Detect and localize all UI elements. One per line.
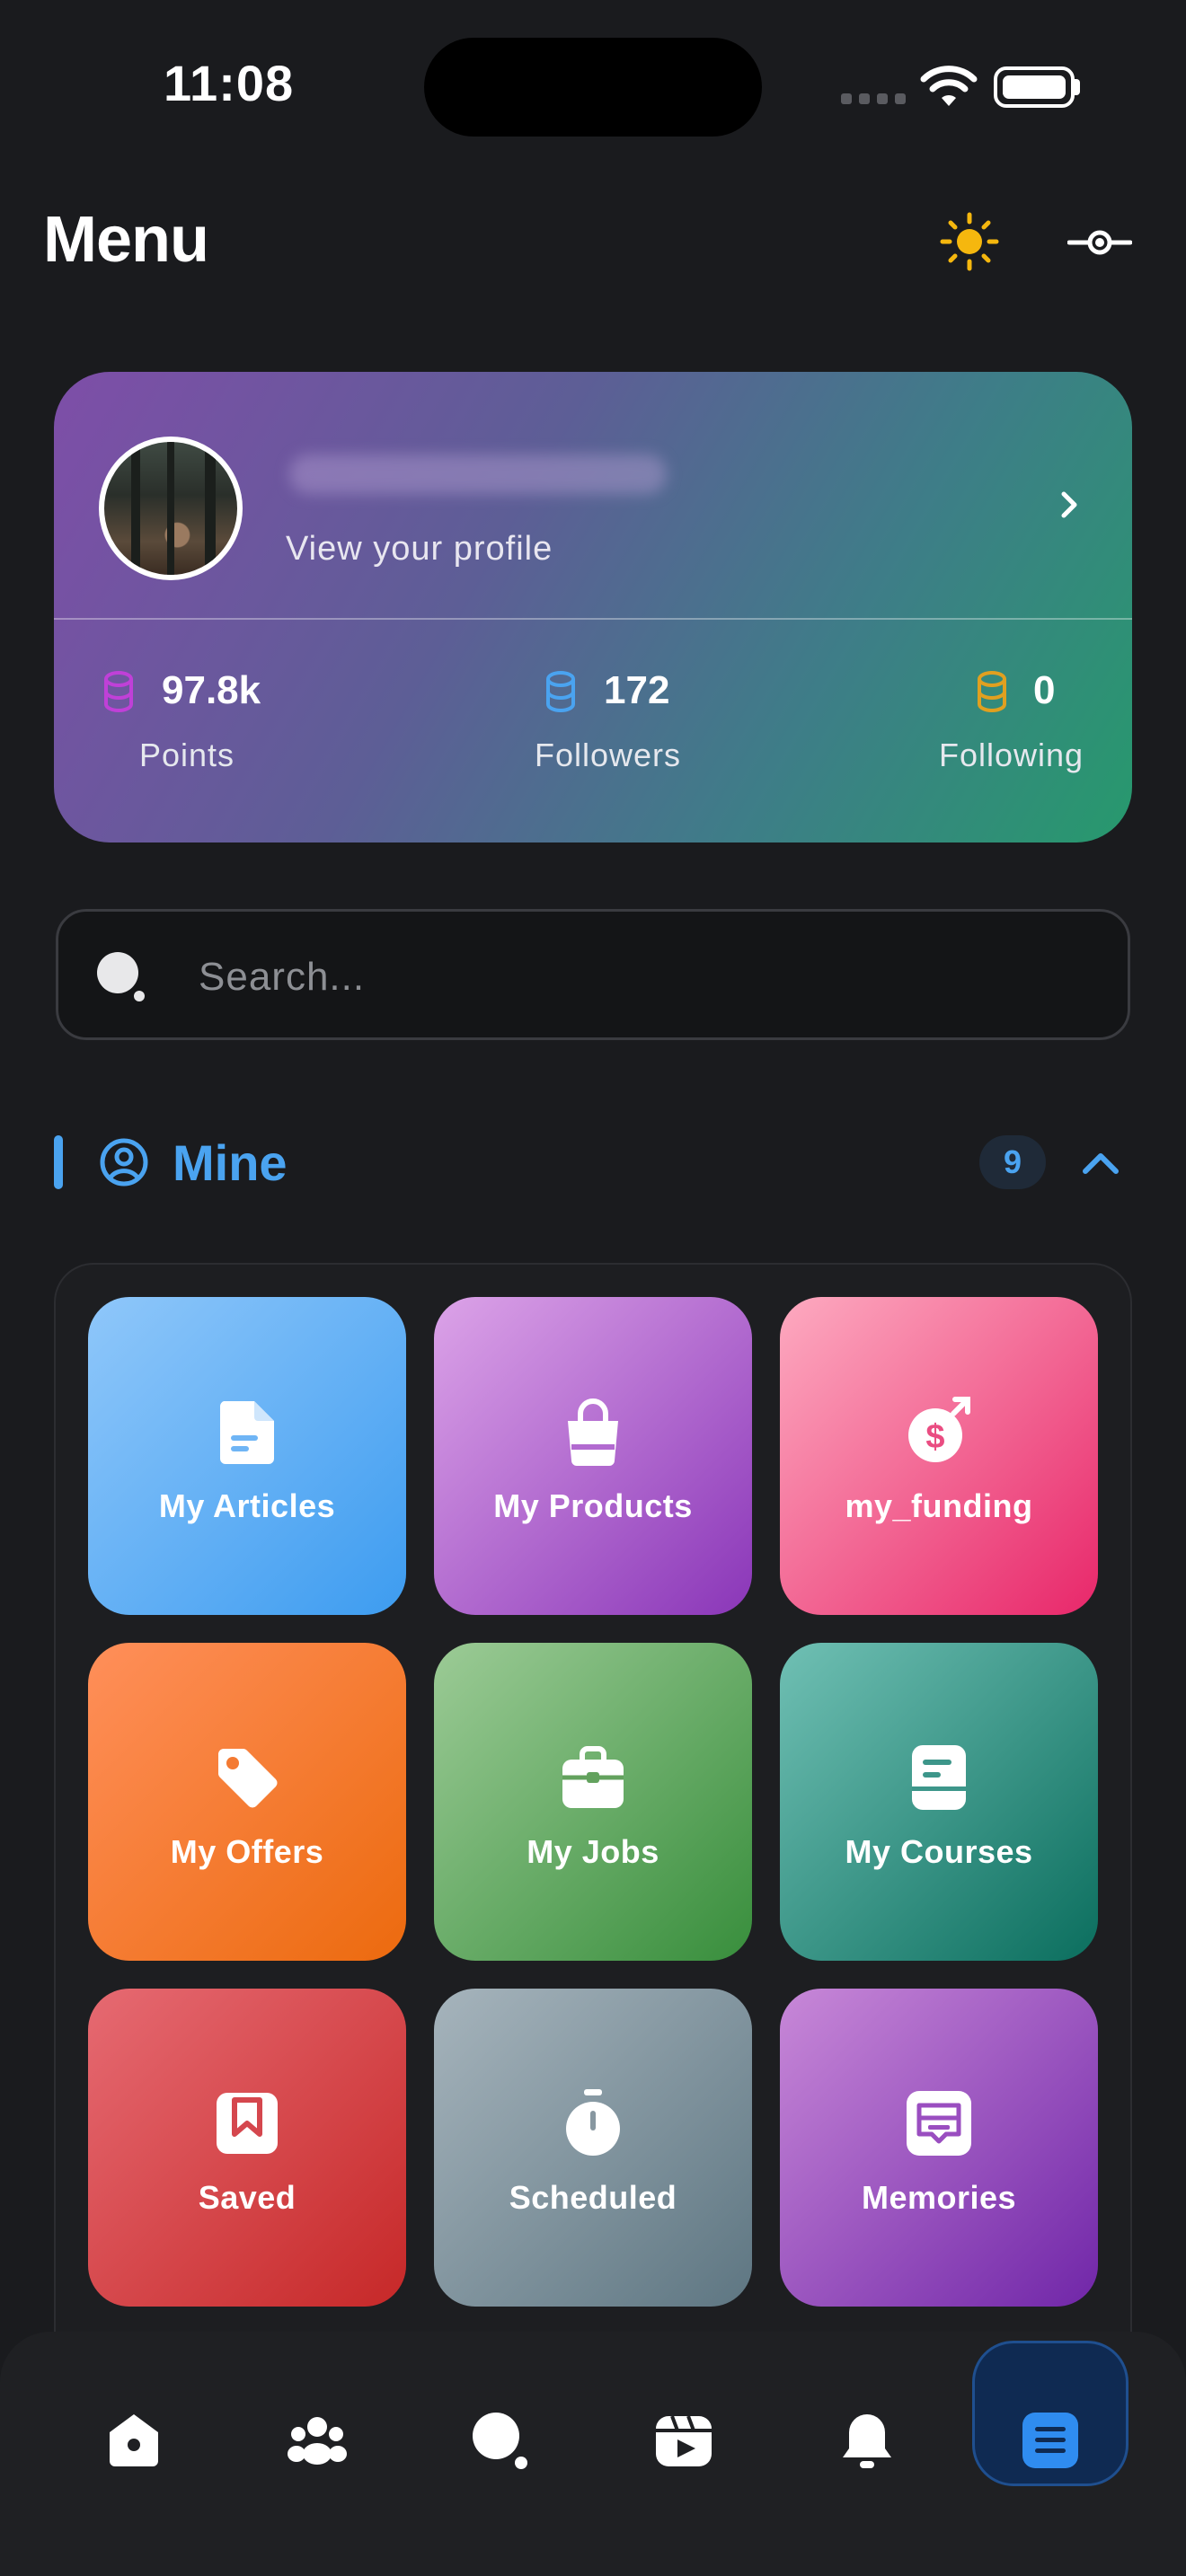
groups-icon[interactable]: [286, 2409, 349, 2472]
bottom-navigation: [0, 2332, 1186, 2576]
shopping-bag-icon: [568, 1398, 618, 1466]
commit-icon[interactable]: [1067, 221, 1132, 264]
course-icon: [912, 1745, 966, 1810]
tile-my-articles[interactable]: My Articles: [88, 1297, 406, 1615]
user-circle-icon: [100, 1138, 148, 1187]
tag-icon: [218, 1749, 278, 1808]
tile-my-products[interactable]: My Products: [434, 1297, 752, 1615]
coins-icon: [546, 671, 575, 712]
tile-label: Saved: [198, 2179, 296, 2216]
coins-icon: [978, 671, 1006, 712]
search-input[interactable]: Search...: [56, 909, 1130, 1040]
tile-memories[interactable]: Memories: [780, 1989, 1098, 2307]
tile-my-jobs[interactable]: My Jobs: [434, 1643, 752, 1961]
search-icon[interactable]: [469, 2409, 532, 2472]
tile-label: Memories: [861, 2179, 1017, 2216]
profile-name-blurred: [289, 454, 667, 494]
status-time: 11:08: [164, 55, 295, 111]
points-value: 97.8k: [162, 668, 261, 712]
tile-saved[interactable]: Saved: [88, 1989, 406, 2307]
svg-text:$: $: [925, 1418, 944, 1456]
profile-card[interactable]: View your profile 97.8k Points 172 Follo…: [54, 372, 1132, 842]
tile-label: Scheduled: [509, 2179, 677, 2216]
chevron-up-icon[interactable]: [1075, 1142, 1127, 1184]
tile-label: my_funding: [845, 1487, 1033, 1524]
sun-icon[interactable]: [940, 212, 999, 271]
tile-my-funding[interactable]: $ my_funding: [780, 1297, 1098, 1615]
tile-scheduled[interactable]: Scheduled: [434, 1989, 752, 2307]
search-icon: [97, 952, 145, 1001]
bookmark-icon: [217, 2093, 278, 2154]
section-accent-bar: [54, 1135, 63, 1189]
document-icon: [219, 1401, 274, 1464]
tile-my-courses[interactable]: My Courses: [780, 1643, 1098, 1961]
timer-icon: [566, 2089, 620, 2156]
card-divider: [54, 618, 1132, 620]
tile-label: My Jobs: [527, 1833, 659, 1870]
followers-value[interactable]: 172: [604, 668, 669, 713]
tile-label: My Offers: [170, 1833, 324, 1870]
menu-icon[interactable]: [1019, 2409, 1082, 2472]
dynamic-island: [424, 38, 762, 137]
chevron-right-icon[interactable]: [1051, 487, 1087, 523]
tile-label: My Articles: [158, 1487, 336, 1524]
following-label[interactable]: Following: [939, 737, 1084, 774]
view-profile-link[interactable]: View your profile: [286, 530, 553, 569]
battery-nub: [1075, 79, 1080, 95]
tile-label: My Courses: [845, 1833, 1033, 1870]
section-title[interactable]: Mine: [173, 1134, 288, 1192]
mine-grid: My Articles My Products $ my_funding My …: [54, 1263, 1132, 2430]
tile-label: My Products: [493, 1487, 693, 1524]
reels-icon[interactable]: [652, 2409, 715, 2472]
wifi-icon: [920, 66, 978, 106]
memories-icon: [907, 2091, 971, 2156]
points-label: Points: [139, 737, 235, 773]
bell-icon[interactable]: [836, 2409, 898, 2472]
followers-label[interactable]: Followers: [535, 737, 681, 774]
page-title: Menu: [43, 204, 209, 276]
avatar[interactable]: [99, 437, 243, 580]
search-placeholder[interactable]: Search...: [199, 955, 365, 1000]
cellular-signal-icon: [841, 93, 906, 104]
coins-icon: [104, 671, 133, 712]
section-count-badge: 9: [979, 1135, 1046, 1189]
briefcase-icon: [562, 1746, 624, 1808]
following-value[interactable]: 0: [1033, 668, 1055, 713]
funding-icon: $: [908, 1397, 970, 1462]
battery-icon: [994, 66, 1075, 108]
home-icon[interactable]: [102, 2409, 165, 2472]
tile-my-offers[interactable]: My Offers: [88, 1643, 406, 1961]
